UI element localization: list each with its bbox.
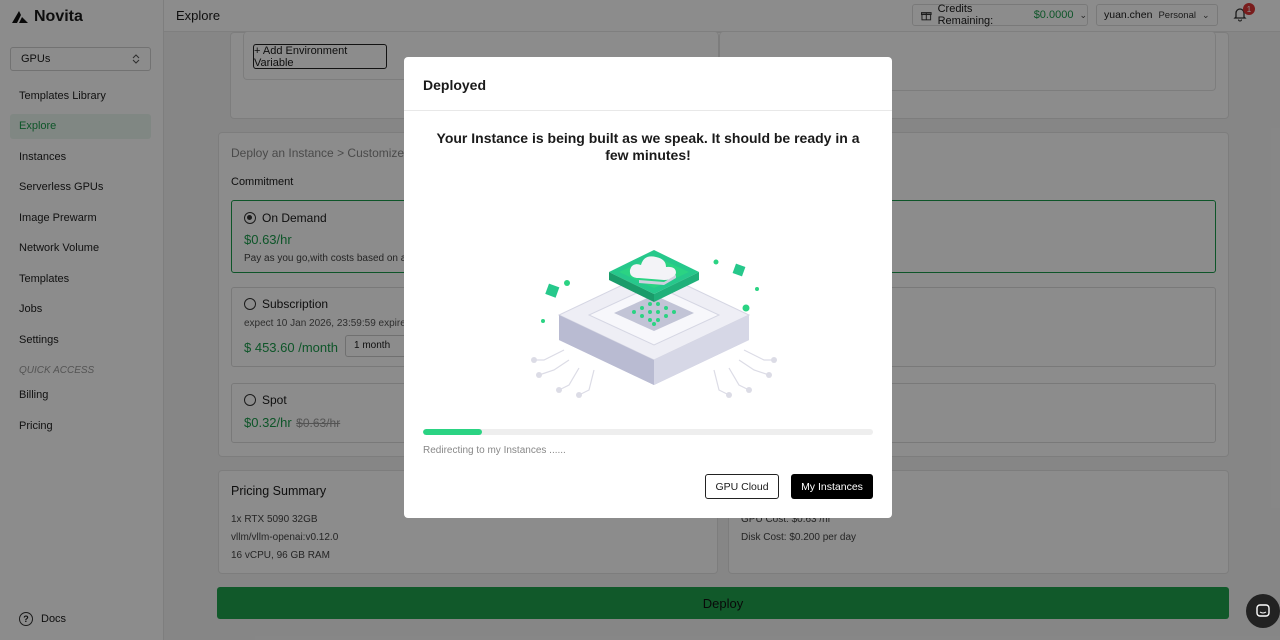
gpu-cloud-button[interactable]: GPU Cloud xyxy=(705,474,779,499)
modal-title: Deployed xyxy=(404,57,892,111)
modal-message: Your Instance is being built as we speak… xyxy=(436,130,860,163)
deploy-illustration xyxy=(531,250,777,398)
deployed-modal: Deployed Your Instance is being built as… xyxy=(404,57,892,518)
chat-button[interactable] xyxy=(1246,594,1280,628)
my-instances-button[interactable]: My Instances xyxy=(791,474,873,499)
redirect-text: Redirecting to my Instances ...... xyxy=(423,445,566,456)
chat-icon xyxy=(1256,604,1270,617)
deploy-progress-bar xyxy=(423,429,873,435)
progress-fill xyxy=(423,429,482,435)
